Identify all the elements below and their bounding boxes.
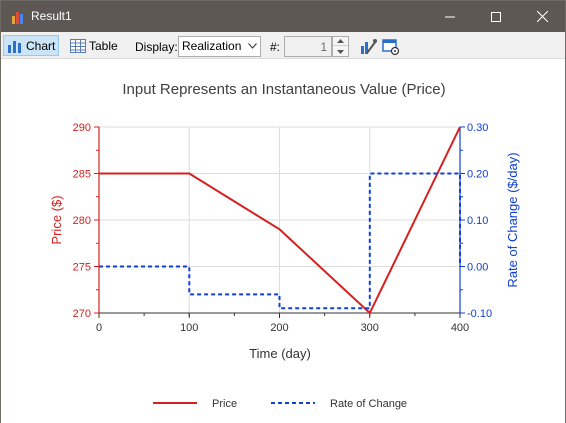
y-left-tick-label: 280 [73, 215, 91, 227]
y-axis-right-label: Rate of Change ($/day) [505, 152, 520, 287]
toolbar: Chart Table Display: Realization #: 1 [1, 32, 565, 59]
result-options-icon[interactable] [381, 37, 400, 56]
x-tick-label: 0 [96, 322, 102, 334]
y-left-tick-label: 275 [73, 262, 91, 274]
chevron-down-small-icon [337, 49, 344, 54]
display-select-value: Realization [182, 39, 242, 53]
bar-chart-icon [8, 40, 21, 53]
y-right-tick-label: 0.20 [467, 169, 488, 181]
realization-stepper[interactable] [332, 36, 349, 57]
maximize-icon [491, 11, 501, 22]
minimize-icon [445, 16, 455, 17]
table-icon [70, 38, 86, 53]
close-button[interactable] [519, 1, 565, 32]
tab-chart-label: Chart [26, 38, 56, 53]
x-tick-label: 300 [361, 322, 379, 334]
y-axis-left-label: Price ($) [49, 195, 64, 244]
stepper-down-button[interactable] [333, 47, 348, 56]
chart-app-icon [12, 12, 23, 24]
tab-table[interactable]: Table [67, 35, 121, 56]
chart-properties-icon[interactable] [359, 37, 378, 56]
maximize-button[interactable] [473, 1, 519, 32]
minimize-button[interactable] [427, 1, 473, 32]
chart-legend: Price Rate of Change [153, 398, 407, 410]
price-chart: Input Represents an Instantaneous Value … [49, 81, 520, 410]
chevron-down-icon [248, 43, 257, 49]
x-tick-label: 200 [270, 322, 288, 334]
display-label: Display: [135, 40, 178, 54]
tab-chart[interactable]: Chart [3, 35, 60, 56]
y-right-tick-label: 0.10 [467, 215, 488, 227]
stepper-up-button[interactable] [333, 37, 348, 46]
x-tick-label: 100 [180, 322, 198, 334]
x-axis-label: Time (day) [249, 346, 311, 361]
realization-number-label: #: [270, 40, 281, 54]
legend-rate-label: Rate of Change [330, 398, 407, 410]
chart-title: Input Represents an Instantaneous Value … [122, 81, 445, 98]
chevron-up-icon [337, 39, 344, 43]
close-icon [536, 11, 548, 22]
y-left-tick-label: 270 [73, 308, 91, 320]
y-left-tick-label: 285 [73, 169, 91, 181]
title-bar[interactable]: Result1 [1, 1, 565, 32]
y-right-tick-label: -0.10 [467, 308, 492, 320]
x-tick-label: 400 [451, 322, 469, 334]
display-select[interactable]: Realization [178, 36, 261, 57]
realization-number-input[interactable]: 1 [284, 36, 332, 57]
result-window: Result1 Chart Table Display: Realization… [0, 0, 566, 423]
legend-price-label: Price [212, 398, 237, 410]
y-left-tick-label: 290 [73, 122, 91, 134]
tab-table-label: Table [89, 38, 118, 53]
y-right-tick-label: 0.00 [467, 262, 488, 274]
chart-area: Input Represents an Instantaneous Value … [1, 60, 565, 423]
y-right-tick-label: 0.30 [467, 122, 488, 134]
window-title: Result1 [31, 9, 72, 23]
